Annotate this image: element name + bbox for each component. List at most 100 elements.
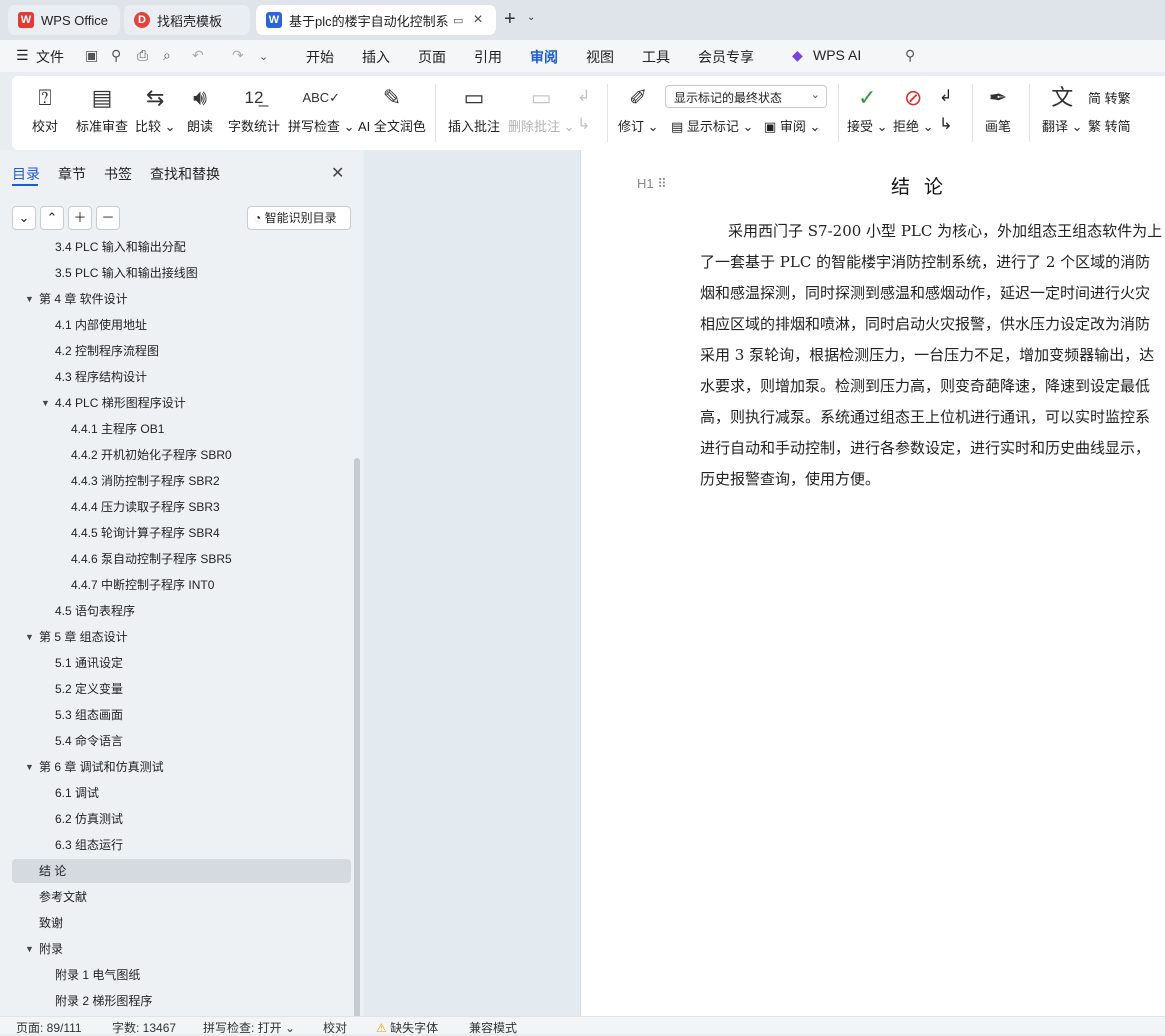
print-preview-icon[interactable]: ⌕ bbox=[163, 47, 171, 64]
compare-button[interactable]: ⇆ 比较 ⌄ bbox=[135, 82, 176, 135]
proofread-button[interactable]: ⍰ 校对 bbox=[32, 82, 58, 135]
menu-start[interactable]: 开始 bbox=[306, 47, 334, 67]
tab-wps-office[interactable]: W WPS Office bbox=[8, 5, 120, 35]
expand-triangle-icon[interactable]: ▼ bbox=[25, 625, 34, 649]
menu-view[interactable]: 视图 bbox=[586, 47, 614, 67]
toc-item[interactable]: 4.4.5 轮询计算子程序 SBR4 bbox=[0, 521, 350, 545]
translate-button[interactable]: 文翻译 ⌄ bbox=[1042, 82, 1083, 135]
toc-item[interactable]: 5.1 通讯设定 bbox=[0, 651, 350, 675]
toc-item[interactable]: ▼ 第 6 章 调试和仿真测试 bbox=[0, 755, 350, 779]
ai-polish-button[interactable]: ✎ AI 全文润色 bbox=[358, 82, 426, 135]
previous-change-icon[interactable]: ↲ bbox=[939, 86, 952, 106]
expand-triangle-icon[interactable]: ▼ bbox=[25, 937, 34, 961]
document-page[interactable]: H1 ⠿ 结 论 采用西门子 S7-200 小型 PLC 为核心，外加组态王组态… bbox=[580, 150, 1165, 1016]
print-icon[interactable]: ⎙ bbox=[137, 47, 148, 64]
undo-icon[interactable]: ↶ bbox=[192, 47, 204, 64]
expand-down-button[interactable]: ⌄ bbox=[12, 206, 36, 230]
to-simplified-button[interactable]: 繁 转简 bbox=[1088, 116, 1131, 135]
toc-item[interactable]: 附录 2 梯形图程序 bbox=[0, 989, 350, 1013]
toc-item[interactable]: 参考文献 bbox=[0, 885, 350, 909]
pen-button[interactable]: ✒ 画笔 bbox=[985, 82, 1011, 135]
menu-page[interactable]: 页面 bbox=[418, 47, 446, 67]
toc-item[interactable]: 4.4.4 压力读取子程序 SBR3 bbox=[0, 495, 350, 519]
read-aloud-button[interactable]: 🔊︎ 朗读 bbox=[187, 82, 213, 135]
toc-item[interactable]: 4.3 程序结构设计 bbox=[0, 365, 350, 389]
tab-docer-templates[interactable]: D 找稻壳模板 bbox=[124, 5, 250, 35]
spell-check-button[interactable]: ABC✓ 拼写检查 ⌄ bbox=[288, 82, 355, 135]
hamburger-icon[interactable]: ☰ bbox=[16, 47, 29, 64]
toc-item[interactable]: 5.4 命令语言 bbox=[0, 729, 350, 753]
to-traditional-button[interactable]: 简 转繁 bbox=[1088, 88, 1131, 107]
toc-item[interactable]: 6.2 仿真测试 bbox=[0, 807, 350, 831]
missing-font-status[interactable]: ⚠ 缺失字体 bbox=[376, 1019, 438, 1036]
tab-bookmarks[interactable]: 书签 bbox=[104, 164, 132, 184]
menu-wps-ai[interactable]: WPS AI bbox=[813, 47, 861, 63]
scrollbar[interactable] bbox=[354, 458, 360, 1018]
tab-document[interactable]: W 基于plc的楼宇自动化控制系统 ▭ × bbox=[256, 5, 496, 35]
next-change-icon[interactable]: ↳ bbox=[939, 114, 952, 134]
toc-item[interactable]: 4.1 内部使用地址 bbox=[0, 313, 350, 337]
word-count-indicator[interactable]: 字数: 13467 bbox=[112, 1019, 176, 1036]
add-entry-button[interactable]: ＋ bbox=[68, 206, 92, 230]
toc-item[interactable]: 附录 1 电气图纸 bbox=[0, 963, 350, 987]
toc-item[interactable]: ▼ 4.4 PLC 梯形图程序设计 bbox=[0, 391, 350, 415]
redo-icon[interactable]: ↷ bbox=[232, 47, 244, 64]
menu-file[interactable]: 文件 bbox=[36, 47, 64, 67]
tab-toc[interactable]: 目录 bbox=[12, 164, 40, 184]
toc-item[interactable]: 致谢 bbox=[0, 911, 350, 935]
spell-check-status[interactable]: 拼写检查: 打开 ⌄ bbox=[203, 1019, 295, 1036]
toc-item[interactable]: 4.4.2 开机初始化子程序 SBR0 bbox=[0, 443, 350, 467]
word-count-button[interactable]: 12̲ 字数统计 bbox=[228, 82, 280, 135]
toc-item[interactable]: 3.5 PLC 输入和输出接线图 bbox=[0, 261, 350, 285]
toc-item[interactable]: 5.3 组态画面 bbox=[0, 703, 350, 727]
drag-handle-icon[interactable]: ⠿ bbox=[657, 176, 667, 191]
heading-marker[interactable]: H1 ⠿ bbox=[637, 176, 667, 192]
toc-item-label: 6.1 调试 bbox=[55, 786, 100, 800]
toc-item[interactable]: 4.4.7 中断控制子程序 INT0 bbox=[0, 573, 350, 597]
reject-button[interactable]: ⊘ 拒绝 ⌄ bbox=[893, 82, 934, 135]
show-markup-button[interactable]: ▤ 显示标记 ⌄ bbox=[671, 116, 753, 135]
tools-icon[interactable]: ⚲ bbox=[111, 47, 121, 64]
toc-item[interactable]: ▼ 第 5 章 组态设计 bbox=[0, 625, 350, 649]
toc-item[interactable]: 3.4 PLC 输入和输出分配 bbox=[0, 240, 350, 259]
save-icon[interactable]: ▣ bbox=[85, 47, 98, 64]
toc-item[interactable]: 4.5 语句表程序 bbox=[0, 599, 350, 623]
toc-item[interactable]: 6.3 组态运行 bbox=[0, 833, 350, 857]
chevron-down-icon[interactable]: ⌄ bbox=[527, 12, 535, 23]
remove-entry-button[interactable]: － bbox=[96, 206, 120, 230]
page-indicator[interactable]: 页面: 89/111 bbox=[16, 1019, 82, 1036]
toc-item[interactable]: 结 论 bbox=[12, 859, 351, 883]
accept-button[interactable]: ✓ 接受 ⌄ bbox=[847, 82, 888, 135]
menu-reference[interactable]: 引用 bbox=[474, 47, 502, 67]
tab-find-replace[interactable]: 查找和替换 bbox=[150, 164, 220, 184]
review-pane-button[interactable]: ▣ 审阅 ⌄ bbox=[764, 116, 820, 135]
menu-insert[interactable]: 插入 bbox=[362, 47, 390, 67]
toc-item[interactable]: 4.2 控制程序流程图 bbox=[0, 339, 350, 363]
toc-item[interactable]: ▼ 附录 bbox=[0, 937, 350, 961]
toc-item[interactable]: 4.4.1 主程序 OB1 bbox=[0, 417, 350, 441]
proof-status[interactable]: 校对 bbox=[323, 1019, 347, 1036]
insert-comment-button[interactable]: ▭ 插入批注 bbox=[448, 82, 500, 135]
close-icon[interactable]: ✕ bbox=[331, 163, 344, 183]
toc-item[interactable]: 6.1 调试 bbox=[0, 781, 350, 805]
tab-chapters[interactable]: 章节 bbox=[58, 164, 86, 184]
chevron-down-icon[interactable]: ⌄ bbox=[259, 50, 268, 63]
close-tab-icon[interactable]: × bbox=[473, 11, 482, 29]
toc-item[interactable]: 4.4.3 消防控制子程序 SBR2 bbox=[0, 469, 350, 493]
menu-review[interactable]: 审阅 bbox=[530, 47, 558, 67]
expand-triangle-icon[interactable]: ▼ bbox=[25, 755, 34, 779]
toc-item[interactable]: ▼ 第 4 章 软件设计 bbox=[0, 287, 350, 311]
menu-tools[interactable]: 工具 bbox=[642, 47, 670, 67]
markup-state-select[interactable]: 显示标记的最终状态 ⌄ bbox=[665, 85, 827, 108]
expand-triangle-icon[interactable]: ▼ bbox=[25, 287, 34, 311]
revise-button[interactable]: ✐ 修订 ⌄ bbox=[618, 82, 659, 135]
smart-toc-button[interactable]: ◔ 智能识别目录 bbox=[247, 206, 351, 230]
toc-item[interactable]: 4.4.6 泵自动控制子程序 SBR5 bbox=[0, 547, 350, 571]
search-icon[interactable]: ⚲ bbox=[905, 47, 915, 64]
standard-review-button[interactable]: ▤ 标准审查 bbox=[76, 82, 128, 135]
expand-triangle-icon[interactable]: ▼ bbox=[41, 391, 50, 415]
toc-item[interactable]: 5.2 定义变量 bbox=[0, 677, 350, 701]
collapse-up-button[interactable]: ⌃ bbox=[40, 206, 64, 230]
menu-member[interactable]: 会员专享 bbox=[698, 47, 754, 67]
new-tab-icon[interactable]: + bbox=[504, 8, 516, 31]
